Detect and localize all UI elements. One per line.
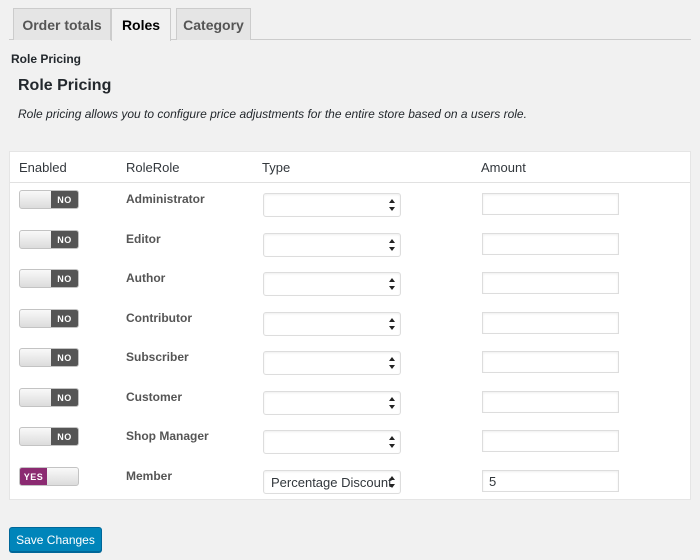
type-select[interactable]	[263, 351, 401, 375]
amount-input[interactable]	[482, 312, 619, 334]
select-arrows-icon	[389, 239, 395, 251]
type-select-value: Percentage Discount	[271, 474, 392, 490]
amount-input[interactable]	[482, 391, 619, 413]
enabled-toggle[interactable]: NO	[19, 388, 79, 407]
amount-input[interactable]	[482, 430, 619, 452]
type-select[interactable]	[263, 312, 401, 336]
type-select[interactable]	[263, 430, 401, 454]
toggle-state-label: YES	[20, 468, 47, 485]
save-changes-button[interactable]: Save Changes	[9, 527, 102, 552]
table-row: NO Customer	[10, 388, 690, 428]
page-description: Role pricing allows you to configure pri…	[18, 107, 527, 121]
role-name: Member	[126, 469, 173, 483]
table-row: NO Shop Manager	[10, 427, 690, 467]
column-header-amount: Amount	[481, 160, 526, 175]
column-header-type: Type	[262, 160, 291, 175]
enabled-toggle[interactable]: NO	[19, 348, 79, 367]
toggle-state-label: NO	[51, 389, 78, 406]
tab-category[interactable]: Category	[176, 8, 251, 40]
role-name: Editor	[126, 232, 161, 246]
role-name: Subscriber	[126, 350, 189, 364]
select-arrows-icon	[389, 278, 395, 290]
toggle-state-label: NO	[51, 191, 78, 208]
amount-input[interactable]	[482, 351, 619, 373]
amount-input[interactable]: 5	[482, 470, 619, 492]
breadcrumb: Role Pricing	[11, 52, 82, 66]
type-select[interactable]	[263, 193, 401, 217]
table-row: YES Member Percentage Discount 5	[10, 467, 690, 507]
select-arrows-icon	[389, 318, 395, 330]
column-header-role: RoleRole	[126, 160, 180, 175]
toggle-state-label: NO	[51, 310, 78, 327]
role-name: Administrator	[126, 192, 205, 206]
table-row: NO Editor	[10, 230, 690, 270]
amount-input[interactable]	[482, 193, 619, 215]
toggle-state-label: NO	[51, 349, 78, 366]
type-select[interactable]	[263, 272, 401, 296]
table-header: Enabled RoleRole Type Amount	[10, 152, 690, 183]
tab-roles[interactable]: Roles	[111, 8, 171, 41]
role-pricing-table: Enabled RoleRole Type Amount NO Administr…	[9, 151, 691, 500]
tab-order-totals[interactable]: Order totals	[13, 8, 111, 40]
amount-input[interactable]	[482, 233, 619, 255]
table-row: NO Contributor	[10, 309, 690, 349]
type-select[interactable]: Percentage Discount	[263, 470, 401, 494]
enabled-toggle[interactable]: NO	[19, 269, 79, 288]
toggle-state-label: NO	[51, 270, 78, 287]
role-name: Contributor	[126, 311, 192, 325]
type-select[interactable]	[263, 391, 401, 415]
column-header-enabled: Enabled	[19, 160, 67, 175]
toggle-state-label: NO	[51, 231, 78, 248]
table-row: NO Subscriber	[10, 348, 690, 388]
table-row: NO Administrator	[10, 190, 690, 230]
enabled-toggle[interactable]: YES	[19, 467, 79, 486]
role-name: Shop Manager	[126, 429, 209, 443]
enabled-toggle[interactable]: NO	[19, 190, 79, 209]
select-arrows-icon	[389, 199, 395, 211]
tab-bar: Order totals Roles Category	[9, 8, 691, 41]
select-arrows-icon	[389, 357, 395, 369]
enabled-toggle[interactable]: NO	[19, 309, 79, 328]
toggle-state-label: NO	[51, 428, 78, 445]
role-name: Author	[126, 271, 166, 285]
type-select[interactable]	[263, 233, 401, 257]
table-row: NO Author	[10, 269, 690, 309]
enabled-toggle[interactable]: NO	[19, 230, 79, 249]
role-name: Customer	[126, 390, 183, 404]
enabled-toggle[interactable]: NO	[19, 427, 79, 446]
amount-input[interactable]	[482, 272, 619, 294]
page-title: Role Pricing	[18, 77, 112, 94]
select-arrows-icon	[389, 476, 395, 488]
select-arrows-icon	[389, 436, 395, 448]
select-arrows-icon	[389, 397, 395, 409]
